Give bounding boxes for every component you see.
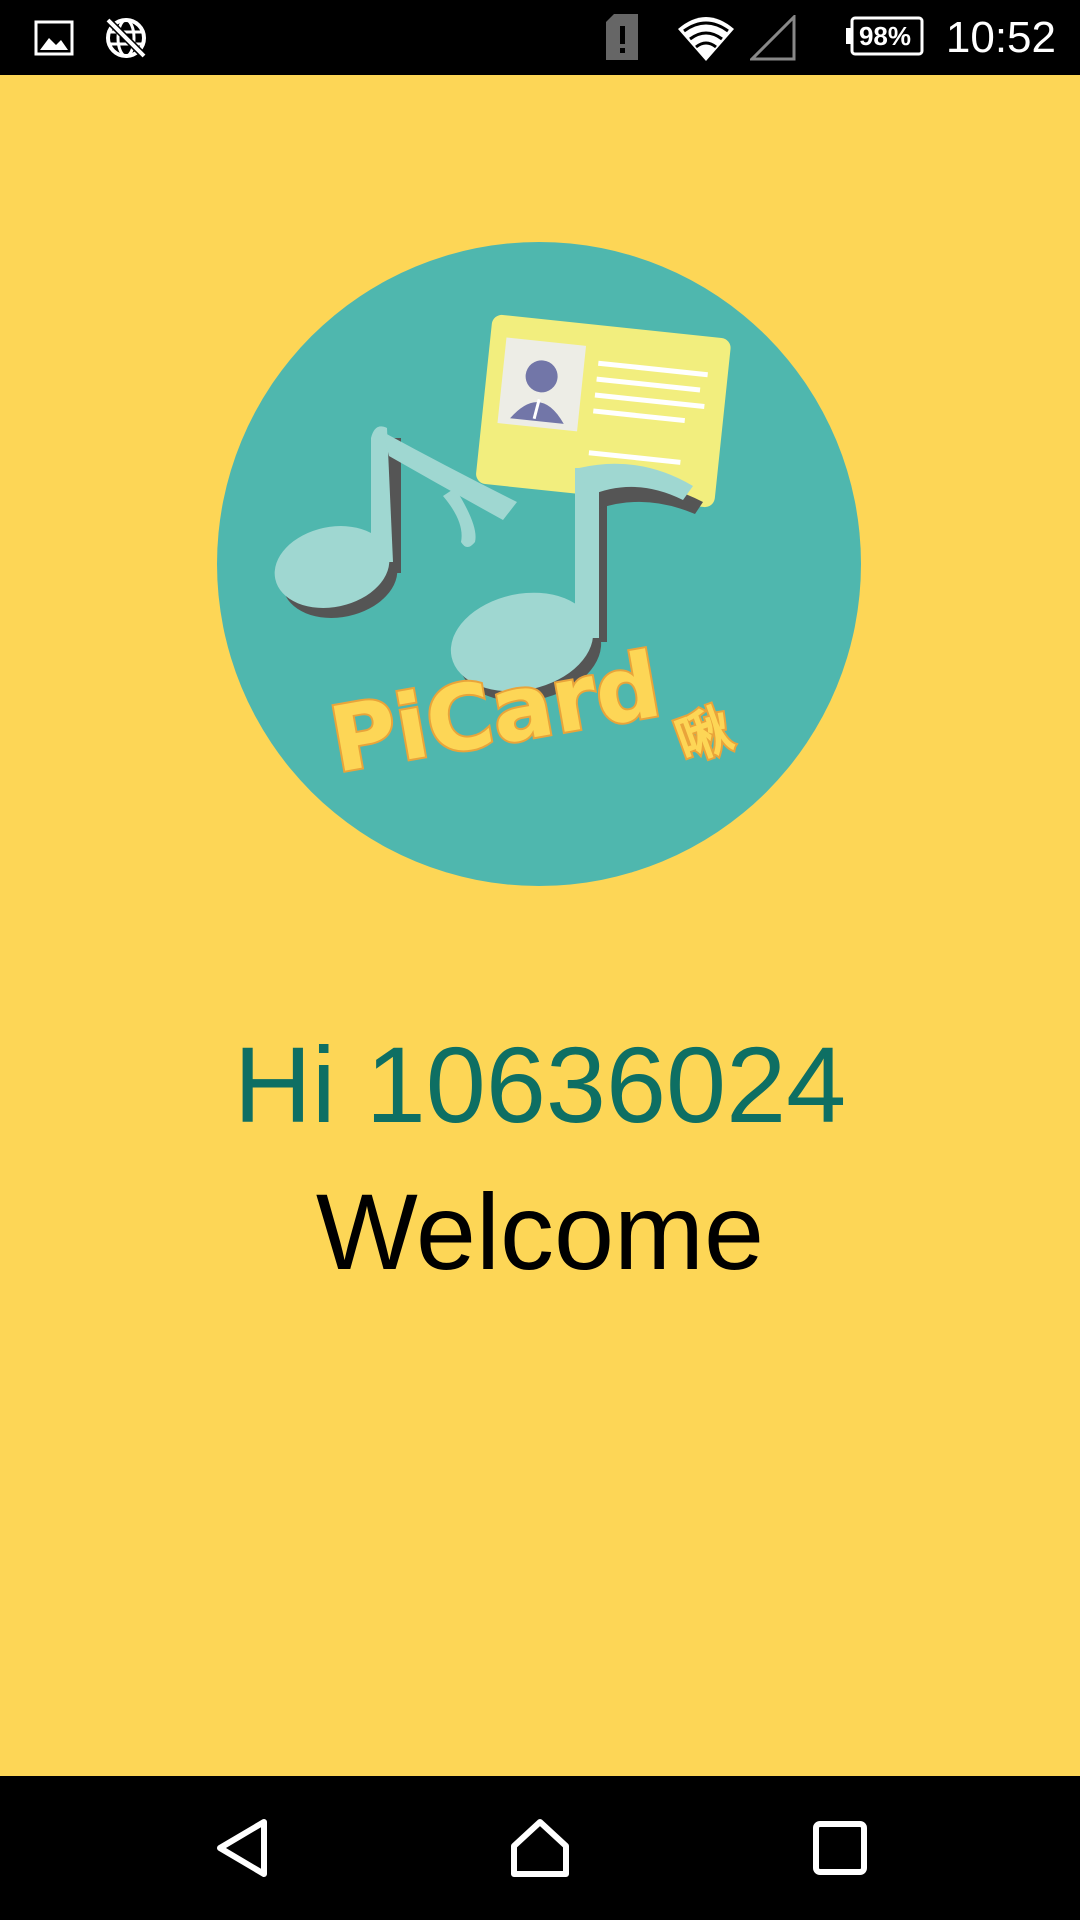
back-icon [217, 1819, 267, 1877]
recents-icon [813, 1821, 867, 1875]
image-notification-icon [34, 0, 74, 75]
battery-icon: 98% [846, 16, 924, 56]
cell-signal-icon [750, 0, 796, 75]
navigation-bar [0, 1776, 1080, 1920]
recents-button[interactable] [760, 1776, 920, 1920]
battery-percent: 98% [858, 20, 912, 51]
sim-alert-icon [602, 0, 642, 75]
welcome-text: Welcome [315, 1171, 765, 1292]
no-network-icon [102, 0, 150, 75]
status-bar: 98% 10:52 [0, 0, 1080, 75]
home-icon [511, 1819, 569, 1877]
back-button[interactable] [162, 1776, 322, 1920]
greeting-text: Hi 10636024 [233, 1024, 847, 1145]
clock: 10:52 [945, 12, 1056, 62]
wifi-icon [676, 0, 736, 75]
home-button[interactable] [460, 1776, 620, 1920]
splash-screen: 98% 10:52 PiCard 啾 Hi 10636024 Welcome [0, 0, 1080, 1920]
picard-logo: PiCard 啾 [217, 242, 861, 886]
